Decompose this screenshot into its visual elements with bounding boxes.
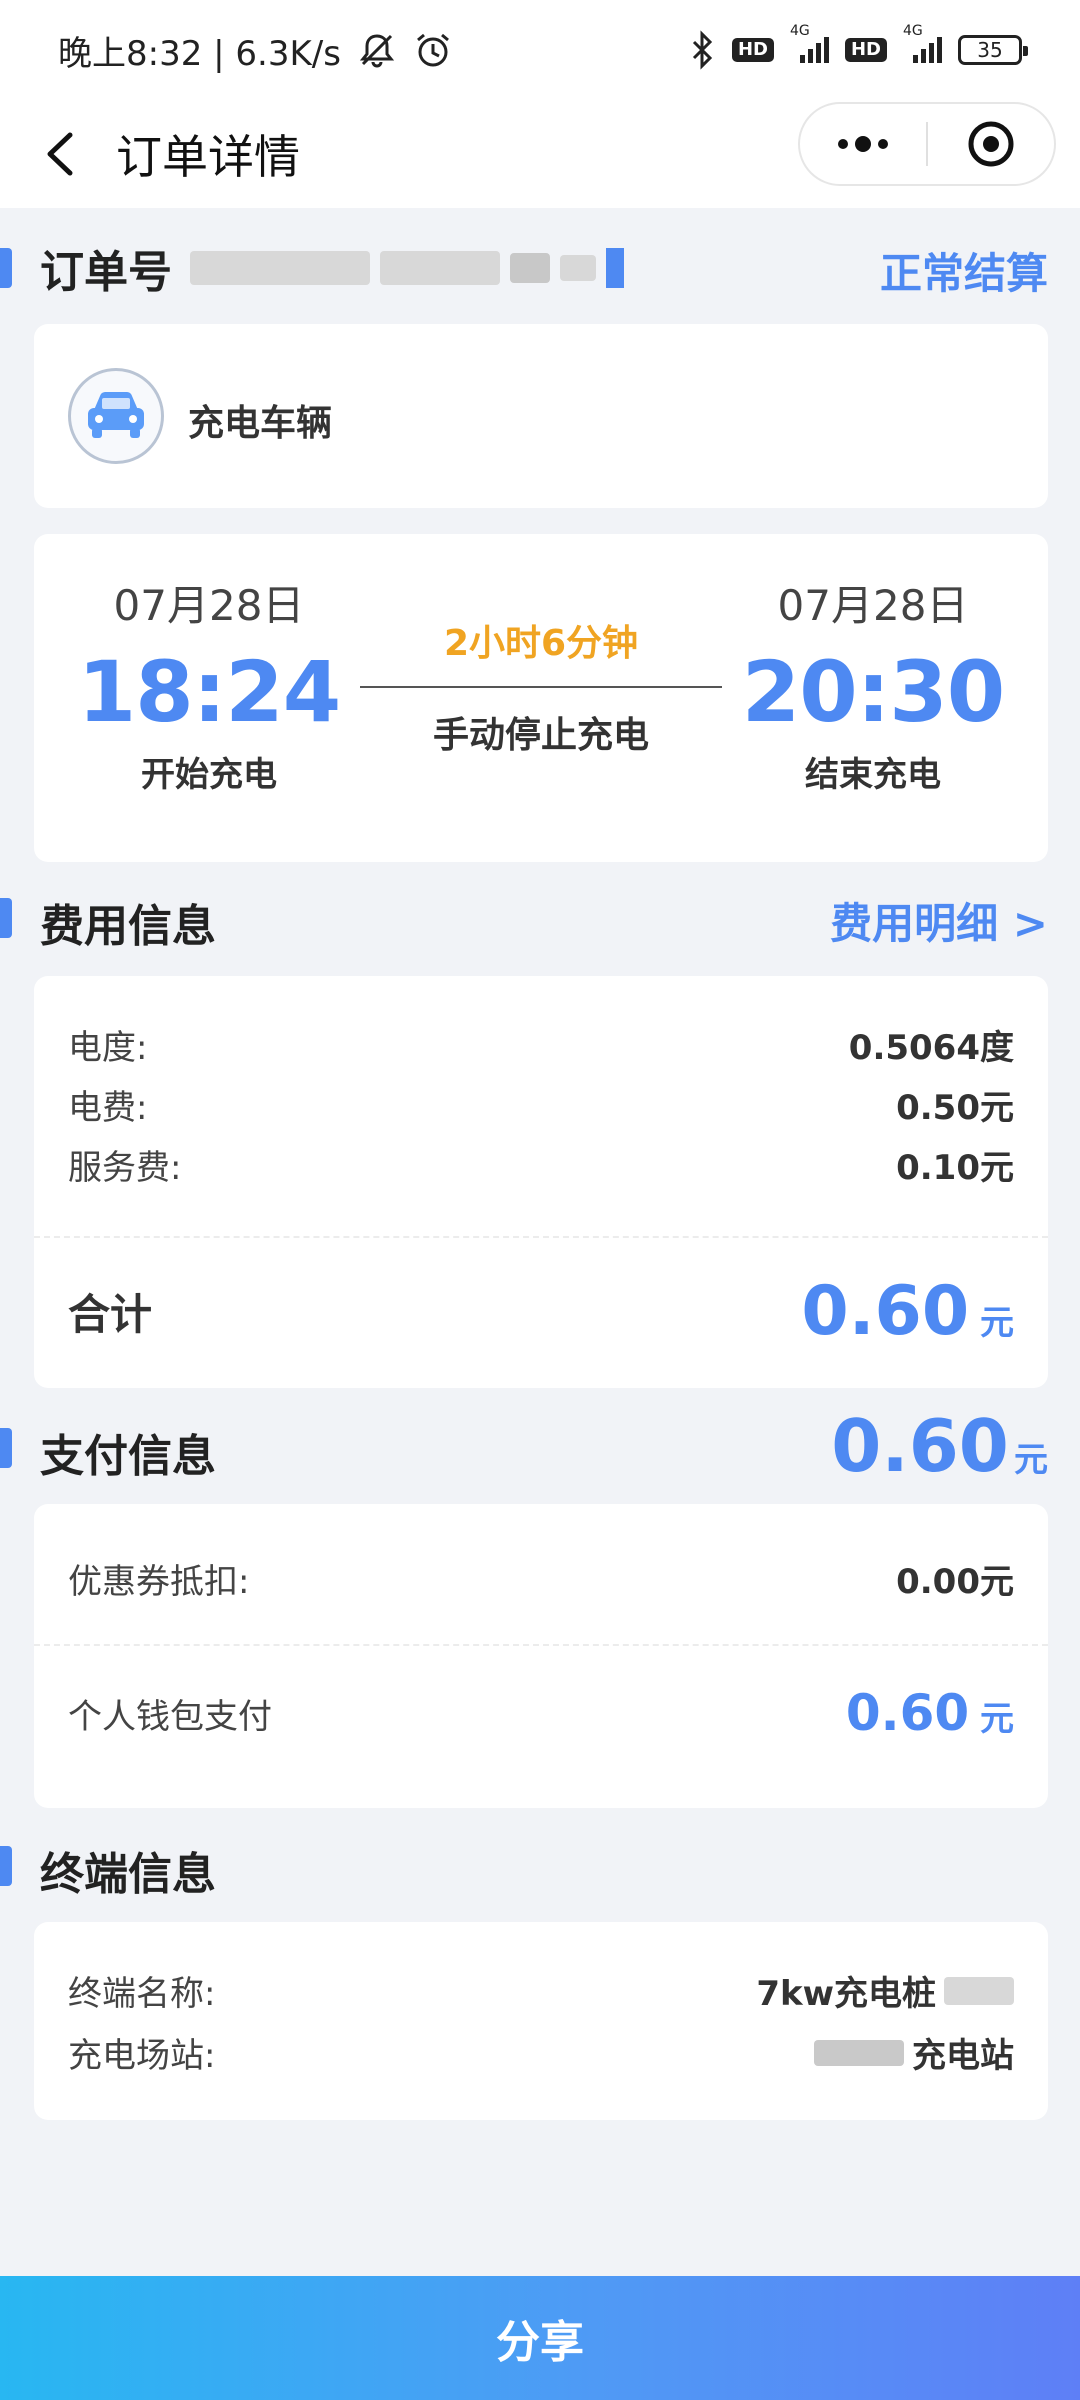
end-date: 07月28日 bbox=[777, 581, 969, 630]
fee-total-label: 合计 bbox=[68, 1290, 153, 1339]
payment-amount: 0.60 bbox=[831, 1404, 1009, 1488]
fee-row-energy: 电度: 0.5064度 bbox=[68, 1020, 1014, 1069]
order-number-redacted bbox=[190, 248, 624, 288]
settlement-status: 正常结算 bbox=[879, 249, 1048, 298]
signal-1: 4G bbox=[790, 23, 829, 63]
battery-level: 35 bbox=[977, 38, 1003, 62]
terminal-section-marker bbox=[0, 1846, 12, 1886]
duration-block: 2小时6分钟 手动停止充电 bbox=[360, 614, 722, 758]
terminal-name-value-wrap: 7kw充电桩 bbox=[756, 1966, 1014, 2015]
fee-row-electricity: 电费: 0.50元 bbox=[68, 1080, 1014, 1129]
wallet-row: 个人钱包支付 0.60 元 bbox=[68, 1684, 1014, 1742]
fee-row-value: 0.10元 bbox=[896, 1148, 1014, 1188]
coupon-label: 优惠券抵扣: bbox=[68, 1562, 250, 1602]
fee-row-label: 电度: bbox=[68, 1028, 148, 1068]
status-time: 晚上8:32 | 6.3K/s bbox=[58, 33, 341, 74]
end-charge-block: 07月28日 20:30 结束充电 bbox=[738, 572, 1008, 796]
payment-section-title: 支付信息 bbox=[40, 1431, 216, 1482]
station-label: 充电场站: bbox=[68, 2036, 216, 2076]
share-label: 分享 bbox=[496, 2317, 584, 2368]
fee-row-label: 服务费: bbox=[68, 1148, 182, 1188]
hd-badge-1: HD bbox=[731, 38, 774, 62]
end-time: 20:30 bbox=[741, 643, 1005, 741]
signal-2: 4G bbox=[903, 23, 942, 63]
fee-section-marker bbox=[0, 898, 12, 938]
fee-row-value: 0.50元 bbox=[896, 1088, 1014, 1128]
terminal-section-title: 终端信息 bbox=[40, 1849, 216, 1900]
fee-total-amount-wrap: 0.60 元 bbox=[801, 1272, 1014, 1351]
charge-duration: 2小时6分钟 bbox=[443, 623, 639, 664]
station-value-wrap: 充电站 bbox=[814, 2028, 1014, 2077]
mute-bell-icon bbox=[357, 30, 397, 70]
wallet-amount-wrap: 0.60 元 bbox=[846, 1684, 1014, 1742]
alarm-clock-icon bbox=[413, 30, 453, 70]
fee-row-service: 服务费: 0.10元 bbox=[68, 1140, 1014, 1189]
vehicle-card: 充电车辆 bbox=[34, 324, 1048, 508]
signal-bars-icon bbox=[799, 37, 829, 63]
wallet-amount: 0.60 bbox=[845, 1684, 970, 1742]
car-avatar bbox=[68, 368, 164, 464]
payment-section-marker bbox=[0, 1428, 12, 1468]
fee-detail-link[interactable]: 费用明细 > bbox=[830, 890, 1048, 951]
order-section-marker bbox=[0, 248, 12, 288]
terminal-name-label: 终端名称: bbox=[68, 1974, 216, 2014]
share-button[interactable]: 分享 bbox=[0, 2276, 1080, 2400]
more-button[interactable] bbox=[800, 104, 926, 184]
fee-row-value: 0.5064度 bbox=[848, 1028, 1014, 1068]
fee-section-title: 费用信息 bbox=[40, 901, 216, 952]
wallet-unit: 元 bbox=[980, 1699, 1014, 1739]
signal-bars-icon bbox=[913, 37, 942, 63]
car-icon bbox=[88, 392, 144, 438]
order-number-label: 订单号 bbox=[40, 247, 172, 298]
terminal-name-row: 终端名称: 7kw充电桩 bbox=[68, 1966, 1014, 2015]
status-bar: 晚上8:32 | 6.3K/s HD 4G HD 4G 35 bbox=[0, 0, 1080, 100]
fee-row-label: 电费: bbox=[68, 1088, 148, 1128]
duration-line bbox=[360, 686, 722, 688]
start-label: 开始充电 bbox=[141, 755, 277, 795]
back-arrow-icon bbox=[47, 132, 73, 176]
nav-bar: 订单详情 bbox=[0, 100, 1080, 208]
station-redacted bbox=[814, 2039, 904, 2066]
status-right: HD 4G HD 4G 35 bbox=[690, 23, 1028, 70]
charge-time-card: 07月28日 18:24 开始充电 2小时6分钟 手动停止充电 07月28日 2… bbox=[34, 534, 1048, 862]
vehicle-label: 充电车辆 bbox=[188, 403, 333, 444]
terminal-card: 终端名称: 7kw充电桩 充电场站: 充电站 bbox=[34, 1922, 1048, 2120]
stop-reason: 手动停止充电 bbox=[432, 715, 649, 756]
payment-unit: 元 bbox=[1014, 1440, 1048, 1480]
close-mini-program-button[interactable] bbox=[928, 104, 1054, 184]
coupon-value: 0.00元 bbox=[896, 1562, 1014, 1602]
coupon-row: 优惠券抵扣: 0.00元 bbox=[68, 1554, 1014, 1603]
fee-total-row: 合计 0.60 元 bbox=[68, 1272, 1014, 1351]
start-date: 07月28日 bbox=[113, 581, 305, 630]
hd-badge-2: HD bbox=[844, 38, 887, 62]
screen: 晚上8:32 | 6.3K/s HD 4G HD 4G 35 订单详情 订单号 … bbox=[0, 0, 1080, 2400]
fee-divider bbox=[34, 1236, 1048, 1238]
station-row: 充电场站: 充电站 bbox=[68, 2028, 1014, 2077]
start-charge-block: 07月28日 18:24 开始充电 bbox=[74, 572, 344, 796]
wallet-label: 个人钱包支付 bbox=[68, 1696, 272, 1737]
status-left: 晚上8:32 | 6.3K/s bbox=[58, 26, 453, 75]
network-tech-1: 4G bbox=[789, 23, 810, 39]
payment-divider bbox=[34, 1644, 1048, 1646]
order-number-row: 订单号 bbox=[40, 236, 624, 300]
payment-card: 优惠券抵扣: 0.00元 个人钱包支付 0.60 元 bbox=[34, 1504, 1048, 1808]
start-time: 18:24 bbox=[77, 643, 341, 741]
station-value: 充电站 bbox=[912, 2036, 1014, 2076]
more-dots-icon bbox=[838, 136, 888, 152]
fee-total-amount: 0.60 bbox=[801, 1272, 970, 1351]
fee-card: 电度: 0.5064度 电费: 0.50元 服务费: 0.10元 合计 0.60… bbox=[34, 976, 1048, 1388]
terminal-name-redacted bbox=[944, 1976, 1014, 2005]
payment-amount-wrap: 0.60 元 bbox=[831, 1404, 1048, 1488]
page-title: 订单详情 bbox=[116, 130, 300, 184]
bluetooth-icon bbox=[690, 30, 716, 70]
terminal-name-value: 7kw充电桩 bbox=[756, 1974, 936, 2014]
end-label: 结束充电 bbox=[805, 755, 941, 795]
battery-icon: 35 bbox=[958, 35, 1028, 65]
back-button[interactable] bbox=[10, 100, 110, 208]
target-circle-icon bbox=[968, 121, 1014, 167]
network-tech-2: 4G bbox=[903, 23, 923, 39]
fee-total-unit: 元 bbox=[980, 1303, 1014, 1343]
mini-program-capsule bbox=[798, 102, 1056, 186]
